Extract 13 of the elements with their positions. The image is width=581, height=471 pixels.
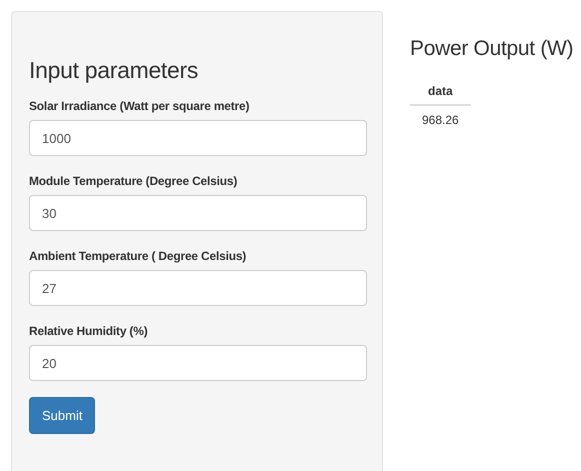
column-header: data [410,80,471,105]
input-field[interactable]: 30 [29,195,367,231]
field-label: Solar Irradiance (Watt per square metre) [29,98,250,114]
output-title: Power Output (W) [410,36,574,62]
submit-button[interactable]: Submit [29,397,96,434]
field-label: Module Temperature (Degree Celsius) [29,173,238,189]
input-field[interactable]: 27 [29,270,367,306]
field-label: Relative Humidity (%) [29,323,148,339]
input-field[interactable]: 1000 [29,120,367,156]
field-label: Ambient Temperature ( Degree Celsius) [29,248,246,264]
input-field[interactable]: 20 [29,345,367,381]
table-cell: 968.26 [410,105,471,134]
panel-title: Input parameters [29,56,200,84]
